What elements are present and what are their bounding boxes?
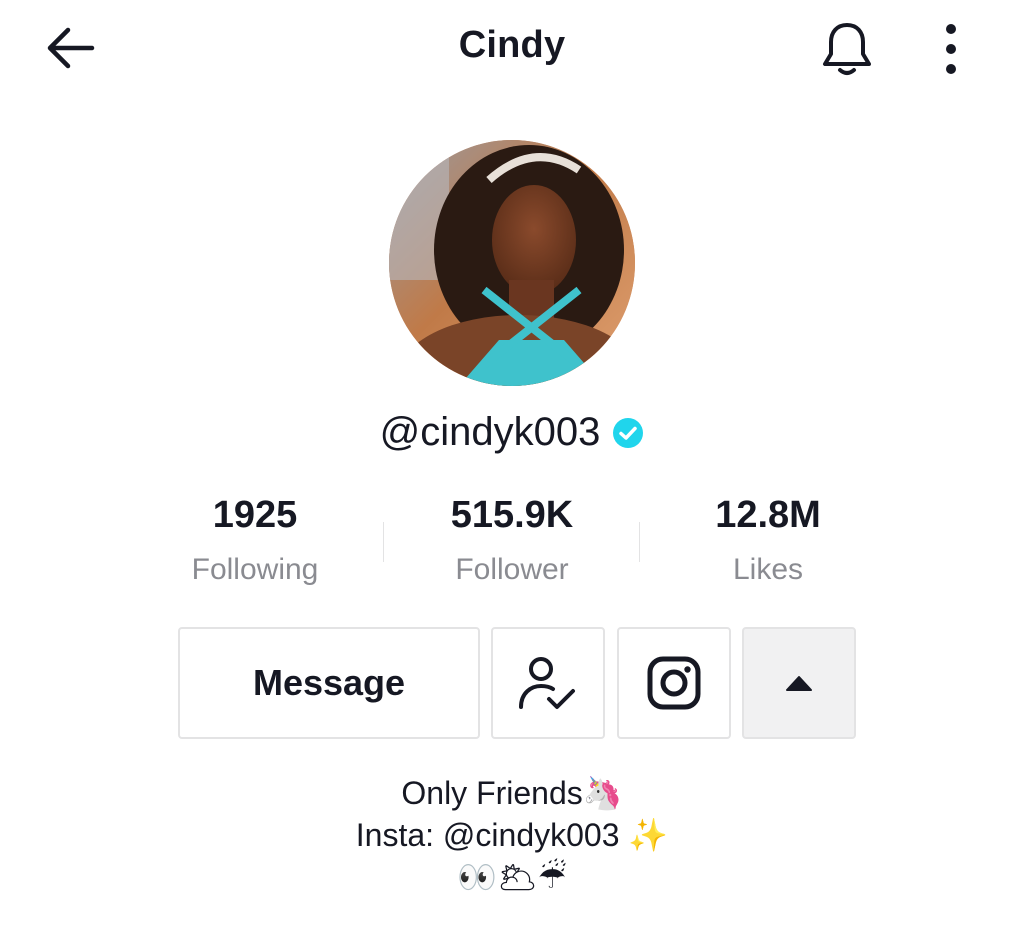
- user-check-icon: [519, 657, 575, 709]
- stat-label: Following: [191, 553, 319, 586]
- stat-followers[interactable]: 515.9K Follower: [382, 494, 642, 587]
- notification-button[interactable]: [816, 18, 878, 80]
- bio: Only Friends🦄 Insta: @cindyk003 ✨ 👀🌥☔: [0, 772, 1024, 898]
- stat-value: 12.8M: [715, 494, 821, 536]
- friends-button[interactable]: [491, 627, 605, 739]
- stat-following[interactable]: 1925 Following: [125, 494, 385, 587]
- verified-badge-icon: [613, 417, 644, 448]
- bio-line: Insta: @cindyk003 ✨: [355, 817, 669, 853]
- message-button[interactable]: Message: [178, 627, 480, 739]
- stat-likes[interactable]: 12.8M Likes: [638, 494, 898, 587]
- stat-label: Follower: [455, 553, 569, 586]
- stat-value: 1925: [212, 494, 298, 536]
- bell-icon: [823, 23, 871, 75]
- caret-up-icon: [786, 676, 812, 691]
- instagram-button[interactable]: [617, 627, 731, 739]
- bio-line: 👀🌥☔: [457, 859, 567, 895]
- more-vertical-icon: [946, 24, 956, 74]
- avatar[interactable]: [389, 140, 635, 386]
- stat-label: Likes: [732, 553, 804, 586]
- username: @cindyk003: [379, 410, 601, 454]
- more-options-button[interactable]: [924, 18, 978, 80]
- expand-suggestions-button[interactable]: [742, 627, 856, 739]
- bio-line: Only Friends🦄: [401, 775, 623, 811]
- stat-value: 515.9K: [450, 494, 574, 536]
- profile-photo: [389, 140, 635, 386]
- username-row: @cindyk003: [0, 410, 1024, 455]
- instagram-icon: [647, 656, 701, 710]
